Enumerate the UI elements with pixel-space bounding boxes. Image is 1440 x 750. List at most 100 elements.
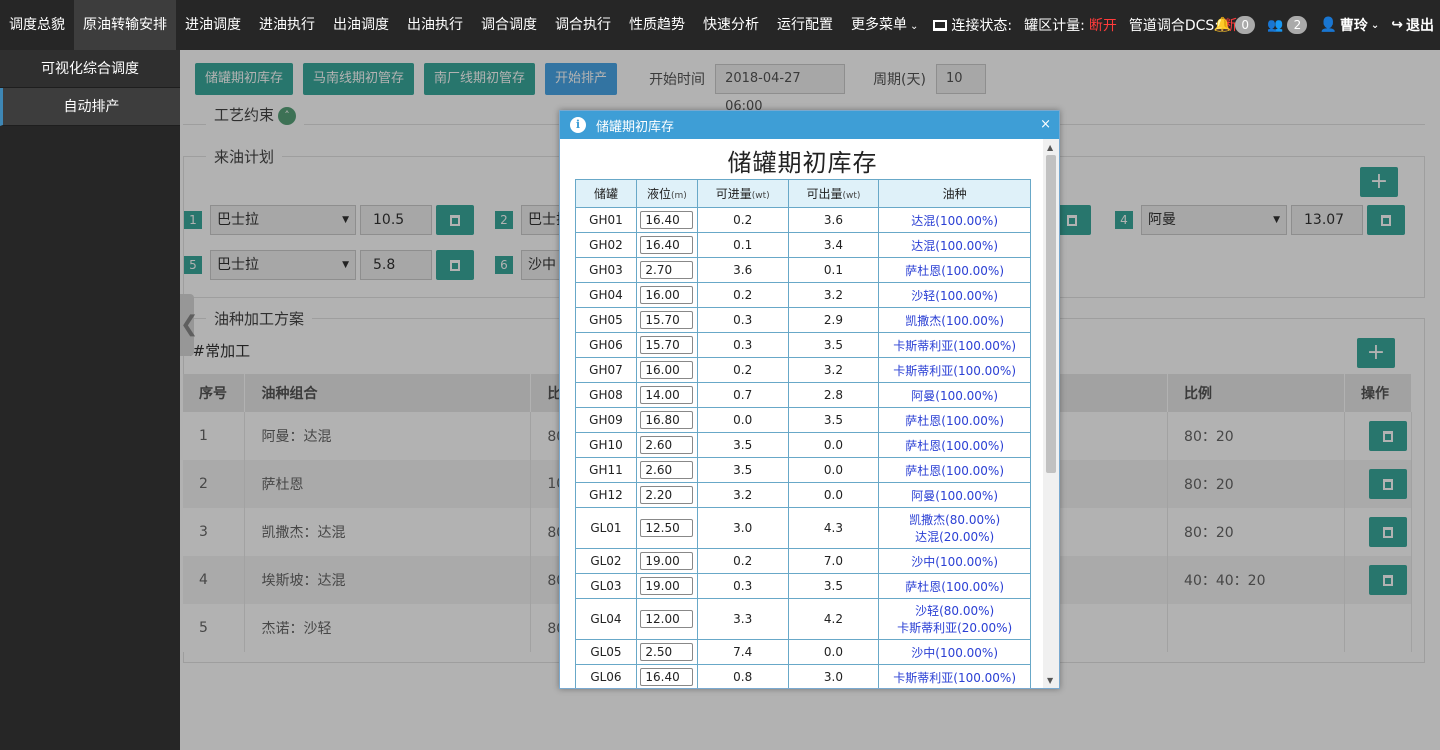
nav-item[interactable]: 进油调度 — [176, 0, 250, 50]
tank-oil-type: 沙中(100.00%) — [878, 548, 1031, 574]
tank-level-input[interactable]: 12.00 — [640, 610, 694, 628]
tank-oil-type: 萨杜恩(100.00%) — [878, 407, 1031, 433]
tank-level-cell: 2.70 — [635, 257, 698, 283]
user-menu[interactable]: 👤 曹玲 ⌄ — [1319, 15, 1379, 35]
dialog-scrollbar[interactable]: ▲ ▼ — [1043, 139, 1059, 688]
tank-id: GL05 — [575, 639, 637, 665]
tank-level-input[interactable]: 15.70 — [640, 311, 694, 329]
inventory-row: GL04 12.00 3.3 4.2 沙轻(80.00%) 卡斯蒂利亚(20.00%) — [575, 598, 1031, 640]
dialog-title: 储罐期初库存 — [727, 149, 878, 177]
tank-out-capacity: 3.2 — [787, 357, 880, 383]
inventory-row: GH04 16.00 0.2 3.2 沙轻(100.00%) — [575, 282, 1031, 308]
logout-button[interactable]: ↪ 退出 — [1391, 15, 1434, 35]
inventory-row: GL02 19.00 0.2 7.0 沙中(100.00%) — [575, 548, 1031, 574]
tank-level-cell: 2.50 — [635, 639, 698, 665]
tank-level-input[interactable]: 16.40 — [640, 211, 694, 229]
nav-item[interactable]: 调合执行 — [546, 0, 620, 50]
tank-in-capacity: 3.0 — [696, 507, 789, 549]
nav-item[interactable]: 出油执行 — [398, 0, 472, 50]
tank-id: GL02 — [575, 548, 637, 574]
oil-component: 萨杜恩(100.00%) — [905, 463, 1005, 478]
tank-level-input[interactable]: 12.50 — [640, 519, 694, 537]
inventory-row: GH05 15.70 0.3 2.9 凯撒杰(100.00%) — [575, 307, 1031, 333]
tank-in-capacity: 0.3 — [696, 573, 789, 599]
tank-level-input[interactable]: 16.00 — [640, 361, 694, 379]
inventory-row: GH01 16.40 0.2 3.6 达混(100.00%) — [575, 207, 1031, 233]
tank-in-capacity: 3.2 — [696, 482, 789, 508]
tank-level-input[interactable]: 19.00 — [640, 552, 694, 570]
tank-in-capacity: 0.3 — [696, 307, 789, 333]
scroll-thumb[interactable] — [1046, 155, 1056, 473]
scroll-down-icon[interactable]: ▼ — [1047, 676, 1053, 685]
tank-level-input[interactable]: 16.00 — [640, 286, 694, 304]
tank-out-capacity: 3.6 — [787, 207, 880, 233]
nav-item[interactable]: 进油执行 — [250, 0, 324, 50]
tank-out-capacity: 2.9 — [787, 307, 880, 333]
tank-oil-type: 沙轻(80.00%) 卡斯蒂利亚(20.00%) — [878, 598, 1031, 640]
tank-level-input[interactable]: 2.60 — [640, 436, 694, 454]
tank-status-value: 断开 — [1088, 18, 1117, 34]
tank-id: GH02 — [575, 232, 637, 258]
tank-out-capacity: 2.8 — [787, 382, 880, 408]
oil-component: 达混(20.00%) — [915, 530, 995, 544]
tank-in-capacity: 0.2 — [696, 207, 789, 233]
tank-level-cell: 15.70 — [635, 332, 698, 358]
inventory-row: GH02 16.40 0.1 3.4 达混(100.00%) — [575, 232, 1031, 258]
connection-status: 连接状态: — [927, 0, 1018, 50]
tank-oil-type: 萨杜恩(100.00%) — [878, 573, 1031, 599]
connection-label: 连接状态: — [951, 18, 1013, 34]
col-tank-label: 储罐 — [593, 187, 618, 201]
tank-out-capacity: 0.0 — [787, 639, 880, 665]
inventory-header-row: 储罐 液位(m) 可进量(wt) 可出量(wt) 油种 — [575, 179, 1031, 208]
tank-level-input[interactable]: 14.00 — [640, 386, 694, 404]
dialog-header: i 储罐期初库存 — [560, 111, 1059, 139]
users-button[interactable]: 👥 2 — [1267, 16, 1308, 34]
close-button[interactable]: × — [1040, 117, 1051, 132]
tank-id: GH04 — [575, 282, 637, 308]
tank-in-capacity: 0.2 — [696, 282, 789, 308]
oil-component: 沙轻(80.00%) — [915, 604, 995, 618]
tank-id: GH05 — [575, 307, 637, 333]
tank-level-input[interactable]: 2.20 — [640, 486, 694, 504]
tank-level-input[interactable]: 16.80 — [640, 411, 694, 429]
tank-oil-type: 沙轻(100.00%) — [878, 282, 1031, 308]
tank-level-input[interactable]: 2.60 — [640, 461, 694, 479]
nav-item[interactable]: 调合调度 — [472, 0, 546, 50]
tank-level-input[interactable]: 2.70 — [640, 261, 694, 279]
info-icon: i — [570, 117, 586, 133]
more-menu[interactable]: 更多菜单 ⌄ — [842, 0, 927, 50]
tank-out-capacity: 4.3 — [787, 507, 880, 549]
tank-in-capacity: 3.3 — [696, 598, 789, 640]
tank-level-input[interactable]: 19.00 — [640, 577, 694, 595]
inventory-row: GH08 14.00 0.7 2.8 阿曼(100.00%) — [575, 382, 1031, 408]
nav-item[interactable]: 快速分析 — [694, 0, 768, 50]
nav-item[interactable]: 运行配置 — [768, 0, 842, 50]
tank-level-input[interactable]: 16.40 — [640, 236, 694, 254]
logout-label: 退出 — [1406, 18, 1434, 34]
chevron-down-icon: ⌄ — [1370, 19, 1380, 31]
tank-oil-type: 达混(100.00%) — [878, 232, 1031, 258]
tank-level-input[interactable]: 16.40 — [640, 668, 694, 686]
tank-in-capacity: 3.5 — [696, 457, 789, 483]
oil-component: 达混(100.00%) — [911, 238, 999, 253]
tank-out-capacity: 3.5 — [787, 573, 880, 599]
nav-item[interactable]: 性质趋势 — [620, 0, 694, 50]
tank-level-input[interactable]: 2.50 — [640, 643, 694, 661]
tank-oil-type: 萨杜恩(100.00%) — [878, 432, 1031, 458]
tank-level-cell: 2.60 — [635, 432, 698, 458]
inventory-row: GH12 2.20 3.2 0.0 阿曼(100.00%) — [575, 482, 1031, 508]
nav-item[interactable]: 调度总貌 — [0, 0, 74, 50]
scroll-up-icon[interactable]: ▲ — [1047, 143, 1053, 152]
nav-item[interactable]: 原油转输安排 — [74, 0, 176, 50]
sidebar-item-auto-schedule[interactable]: 自动排产 — [0, 88, 180, 126]
sidebar-item-visual-dispatch[interactable]: 可视化综合调度 — [0, 50, 180, 88]
tank-id: GH06 — [575, 332, 637, 358]
col-oil: 油种 — [878, 179, 1031, 208]
oil-component: 凯撒杰(80.00%) — [909, 513, 1001, 527]
tank-oil-type: 达混(100.00%) — [878, 207, 1031, 233]
tank-oil-type: 凯撒杰(80.00%) 达混(20.00%) — [878, 507, 1031, 549]
nav-item[interactable]: 出油调度 — [324, 0, 398, 50]
notifications-button[interactable]: 🔔 0 — [1214, 16, 1256, 34]
tank-out-capacity: 0.0 — [787, 432, 880, 458]
tank-level-input[interactable]: 15.70 — [640, 336, 694, 354]
